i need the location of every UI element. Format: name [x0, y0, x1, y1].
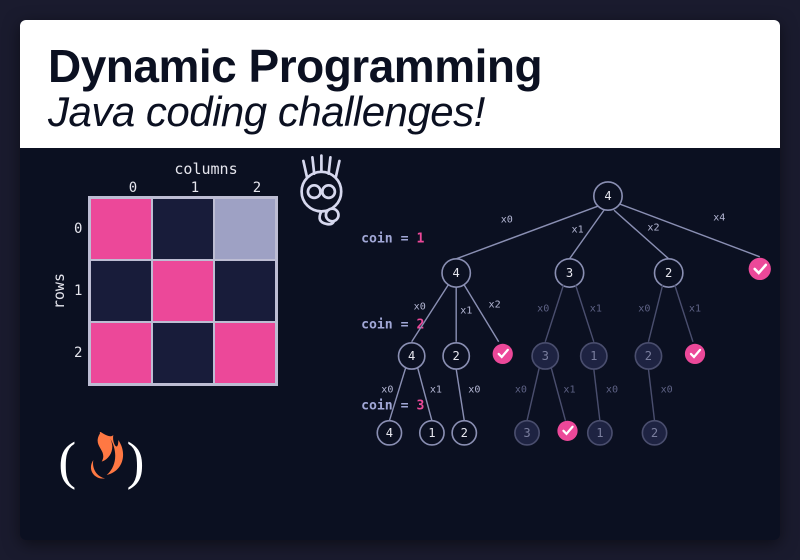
svg-text:3: 3 [566, 266, 573, 280]
svg-text:coin = 2: coin = 2 [361, 318, 424, 333]
svg-text:4: 4 [604, 189, 611, 203]
title-sub: Java coding challenges! [48, 90, 752, 134]
svg-text:2: 2 [665, 266, 672, 280]
column-indices: 0 1 2 [102, 180, 310, 196]
cell-1-0 [90, 260, 152, 322]
svg-text:4: 4 [408, 349, 415, 363]
svg-text:x0: x0 [501, 215, 513, 226]
svg-text:x2: x2 [489, 300, 501, 311]
svg-text:x0: x0 [661, 385, 673, 396]
title-bar: Dynamic Programming Java coding challeng… [20, 20, 780, 148]
svg-text:1: 1 [596, 426, 603, 440]
svg-text:x1: x1 [430, 385, 442, 396]
check-icon [493, 344, 513, 364]
svg-text:x1: x1 [460, 306, 472, 317]
svg-text:x4: x4 [713, 213, 725, 224]
cell-0-0 [90, 198, 152, 260]
recursion-tree: coin = 1 coin = 2 coin = 3 4 x0 x1 x2 x4… [355, 148, 780, 540]
svg-text:4: 4 [386, 426, 393, 440]
check-icon [749, 258, 771, 280]
svg-text:x1: x1 [590, 304, 602, 315]
check-icon [685, 344, 705, 364]
svg-text:x0: x0 [606, 385, 618, 396]
svg-text:2: 2 [453, 349, 460, 363]
row-indices: 0 1 2 [74, 198, 82, 384]
svg-text:coin = 1: coin = 1 [361, 232, 424, 247]
svg-text:(: ( [58, 430, 76, 490]
grid-cells [88, 196, 278, 386]
svg-text:): ) [127, 430, 145, 490]
svg-text:4: 4 [453, 266, 460, 280]
svg-text:x1: x1 [572, 225, 584, 236]
svg-text:2: 2 [461, 426, 468, 440]
cell-2-1 [152, 322, 214, 384]
dp-grid: columns 0 1 2 rows 0 1 2 [50, 160, 310, 386]
cell-2-2 [214, 322, 276, 384]
svg-text:x2: x2 [647, 223, 659, 234]
svg-text:x0: x0 [515, 385, 527, 396]
columns-label: columns [102, 160, 310, 178]
svg-text:3: 3 [542, 349, 549, 363]
cell-2-0 [90, 322, 152, 384]
check-icon [557, 421, 577, 441]
svg-text:2: 2 [645, 349, 652, 363]
rows-label: rows [50, 273, 68, 309]
svg-text:x0: x0 [468, 385, 480, 396]
svg-text:x1: x1 [689, 304, 701, 315]
svg-text:x0: x0 [414, 302, 426, 313]
title-main: Dynamic Programming [48, 42, 752, 90]
cell-0-2 [214, 198, 276, 260]
cell-0-1 [152, 198, 214, 260]
svg-text:x0: x0 [537, 304, 549, 315]
svg-text:3: 3 [523, 426, 530, 440]
freecodecamp-logo: ( ) [50, 410, 150, 510]
svg-text:x0: x0 [638, 304, 650, 315]
cell-1-1 [152, 260, 214, 322]
cell-1-2 [214, 260, 276, 322]
svg-text:x0: x0 [381, 385, 393, 396]
flame-icon [91, 432, 123, 478]
svg-text:1: 1 [428, 426, 435, 440]
content-area: columns 0 1 2 rows 0 1 2 [20, 148, 780, 540]
svg-text:x1: x1 [563, 385, 575, 396]
svg-text:1: 1 [590, 349, 597, 363]
svg-text:2: 2 [651, 426, 658, 440]
